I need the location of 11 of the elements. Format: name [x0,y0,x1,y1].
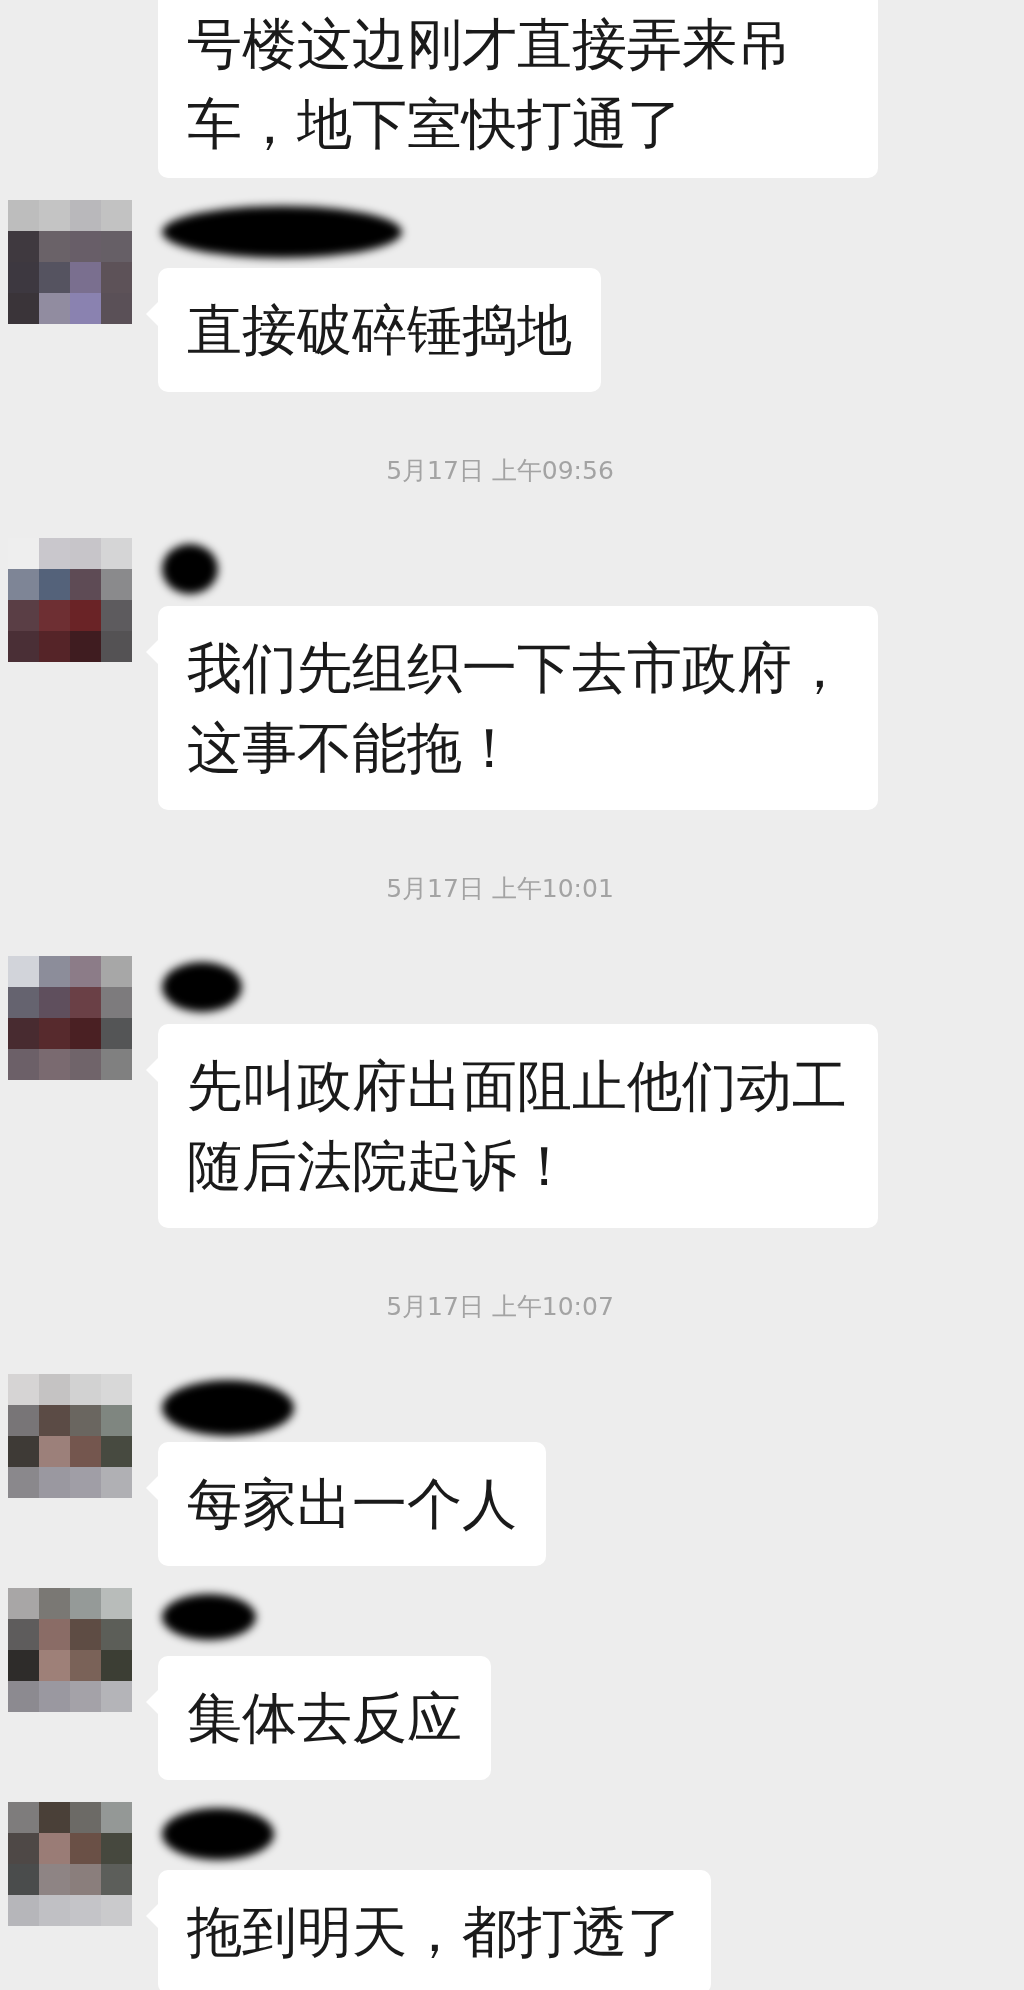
message-bubble: 集体去反应 [158,1656,491,1780]
message-bubble: 号楼这边刚才直接弄来吊车，地下室快打通了 [158,0,878,178]
redaction-mark [162,544,218,594]
message-bubble: 先叫政府出面阻止他们动工随后法院起诉！ [158,1024,878,1228]
message-bubble: 我们先组织一下去市政府，这事不能拖！ [158,606,878,810]
timestamp: 5月17日 上午10:07 [386,1292,614,1322]
timestamp: 5月17日 上午10:01 [386,874,614,904]
message-bubble: 直接破碎锤捣地 [158,268,601,392]
message-bubble: 拖到明天，都打透了 [158,1870,711,1990]
message-bubble: 每家出一个人 [158,1442,546,1566]
timestamp: 5月17日 上午09:56 [386,456,614,486]
